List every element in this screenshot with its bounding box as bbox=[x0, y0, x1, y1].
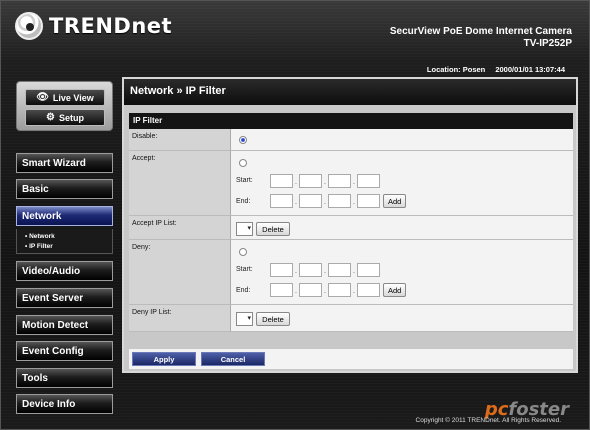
menu-item-smart-wizard[interactable]: Smart Wizard bbox=[16, 153, 113, 173]
ip-dot: . bbox=[324, 268, 326, 275]
deny-end-label: End: bbox=[236, 287, 251, 294]
accept-ip-list-row: Accept IP List: Delete bbox=[129, 216, 573, 240]
accept-ip-list-select[interactable] bbox=[236, 222, 253, 236]
deny-label: Deny: bbox=[129, 240, 231, 304]
deny-start-ip-3[interactable] bbox=[328, 263, 351, 277]
ip-dot: . bbox=[353, 268, 355, 275]
accept-start-label: Start: bbox=[236, 177, 253, 184]
gear-icon: ⚙ bbox=[46, 111, 55, 123]
setup-label: Setup bbox=[58, 112, 84, 123]
accept-start-ip-2[interactable] bbox=[299, 174, 322, 188]
setup-button[interactable]: ⚙ Setup bbox=[25, 109, 105, 126]
ip-dot: . bbox=[295, 199, 297, 206]
disable-label: Disable: bbox=[129, 129, 231, 150]
page-title: Network » IP Filter bbox=[124, 79, 576, 105]
deny-ip-list-label: Deny IP List: bbox=[129, 305, 231, 331]
menu-item-event-server[interactable]: Event Server bbox=[16, 288, 113, 308]
copyright-text: Copyright © 2011 TRENDnet. All Rights Re… bbox=[415, 417, 561, 424]
deny-end-ip-4[interactable] bbox=[357, 283, 380, 297]
ip-dot: . bbox=[295, 179, 297, 186]
ip-dot: . bbox=[324, 199, 326, 206]
form-actions: Apply Cancel bbox=[129, 349, 573, 369]
deny-start-ip-4[interactable] bbox=[357, 263, 380, 277]
accept-end-ip-4[interactable] bbox=[357, 194, 380, 208]
menu-item-network[interactable]: Network bbox=[16, 206, 113, 226]
accept-end-ip-3[interactable] bbox=[328, 194, 351, 208]
logo-text: TRENDnet bbox=[49, 14, 173, 38]
submenu-item-ip-filter[interactable]: • IP Filter bbox=[25, 242, 112, 252]
disable-radio[interactable] bbox=[239, 136, 247, 144]
menu-item-device-info[interactable]: Device Info bbox=[16, 394, 113, 414]
camera-title-text: SecurView PoE Dome Internet Camera bbox=[389, 26, 572, 37]
deny-end-ip-3[interactable] bbox=[328, 283, 351, 297]
camera-title: SecurView PoE Dome Internet Camera TV-IP… bbox=[390, 26, 572, 50]
accept-end-label: End: bbox=[236, 198, 251, 205]
disable-row: Disable: bbox=[129, 129, 573, 151]
ip-dot: . bbox=[295, 268, 297, 275]
accept-delete-button[interactable]: Delete bbox=[256, 222, 290, 236]
view-mode-panel: 👁 Live View ⚙ Setup bbox=[16, 81, 113, 131]
menu-item-tools[interactable]: Tools bbox=[16, 368, 113, 388]
submenu-item-network[interactable]: • Network bbox=[25, 232, 112, 242]
menu-item-motion-detect[interactable]: Motion Detect bbox=[16, 315, 113, 335]
ip-dot: . bbox=[324, 179, 326, 186]
section-header: IP Filter bbox=[129, 113, 573, 129]
deny-ip-list-row: Deny IP List: Delete bbox=[129, 305, 573, 332]
trendnet-eye-icon bbox=[15, 12, 43, 40]
deny-ip-list-select[interactable] bbox=[236, 312, 253, 326]
deny-add-button[interactable]: Add bbox=[383, 283, 407, 297]
ip-dot: . bbox=[295, 288, 297, 295]
deny-delete-button[interactable]: Delete bbox=[256, 312, 290, 326]
menu-item-event-config[interactable]: Event Config bbox=[16, 341, 113, 361]
apply-button[interactable]: Apply bbox=[132, 352, 196, 366]
live-view-button[interactable]: 👁 Live View bbox=[25, 89, 105, 106]
ip-dot: . bbox=[324, 288, 326, 295]
menu-item-video-audio[interactable]: Video/Audio bbox=[16, 261, 113, 281]
location-status: Location: Posen 2000/01/01 13:07:44 bbox=[419, 65, 565, 74]
main-panel: Network » IP Filter IP Filter Disable: A… bbox=[122, 77, 578, 373]
ip-dot: . bbox=[353, 199, 355, 206]
trendnet-logo: TRENDnet bbox=[15, 11, 172, 41]
accept-end-ip-1[interactable] bbox=[270, 194, 293, 208]
deny-end-ip-2[interactable] bbox=[299, 283, 322, 297]
cancel-button[interactable]: Cancel bbox=[201, 352, 265, 366]
location-label: Location: Posen bbox=[426, 65, 486, 74]
camera-model: TV-IP252P bbox=[523, 38, 572, 49]
app-window: TRENDnet SecurView PoE Dome Internet Cam… bbox=[0, 0, 590, 430]
deny-start-label: Start: bbox=[236, 266, 253, 273]
accept-radio[interactable] bbox=[239, 159, 247, 167]
ip-dot: . bbox=[353, 179, 355, 186]
accept-add-button[interactable]: Add bbox=[383, 194, 407, 208]
accept-end-ip-2[interactable] bbox=[299, 194, 322, 208]
deny-row: Deny: Start: . . . End: . . . Add bbox=[129, 240, 573, 305]
device-datetime: 2000/01/01 13:07:44 bbox=[495, 65, 565, 74]
ip-dot: . bbox=[353, 288, 355, 295]
deny-radio[interactable] bbox=[239, 248, 247, 256]
menu-item-basic[interactable]: Basic bbox=[16, 179, 113, 199]
accept-start-ip-1[interactable] bbox=[270, 174, 293, 188]
eye-icon: 👁 bbox=[36, 91, 49, 103]
deny-start-ip-1[interactable] bbox=[270, 263, 293, 277]
deny-end-ip-1[interactable] bbox=[270, 283, 293, 297]
accept-label: Accept: bbox=[129, 151, 231, 215]
accept-start-ip-3[interactable] bbox=[328, 174, 351, 188]
accept-start-ip-4[interactable] bbox=[357, 174, 380, 188]
network-submenu: • Network • IP Filter bbox=[16, 229, 113, 254]
deny-start-ip-2[interactable] bbox=[299, 263, 322, 277]
accept-ip-list-label: Accept IP List: bbox=[129, 216, 231, 239]
accept-row: Accept: Start: . . . End: . . . Add bbox=[129, 151, 573, 216]
live-view-label: Live View bbox=[52, 92, 94, 103]
